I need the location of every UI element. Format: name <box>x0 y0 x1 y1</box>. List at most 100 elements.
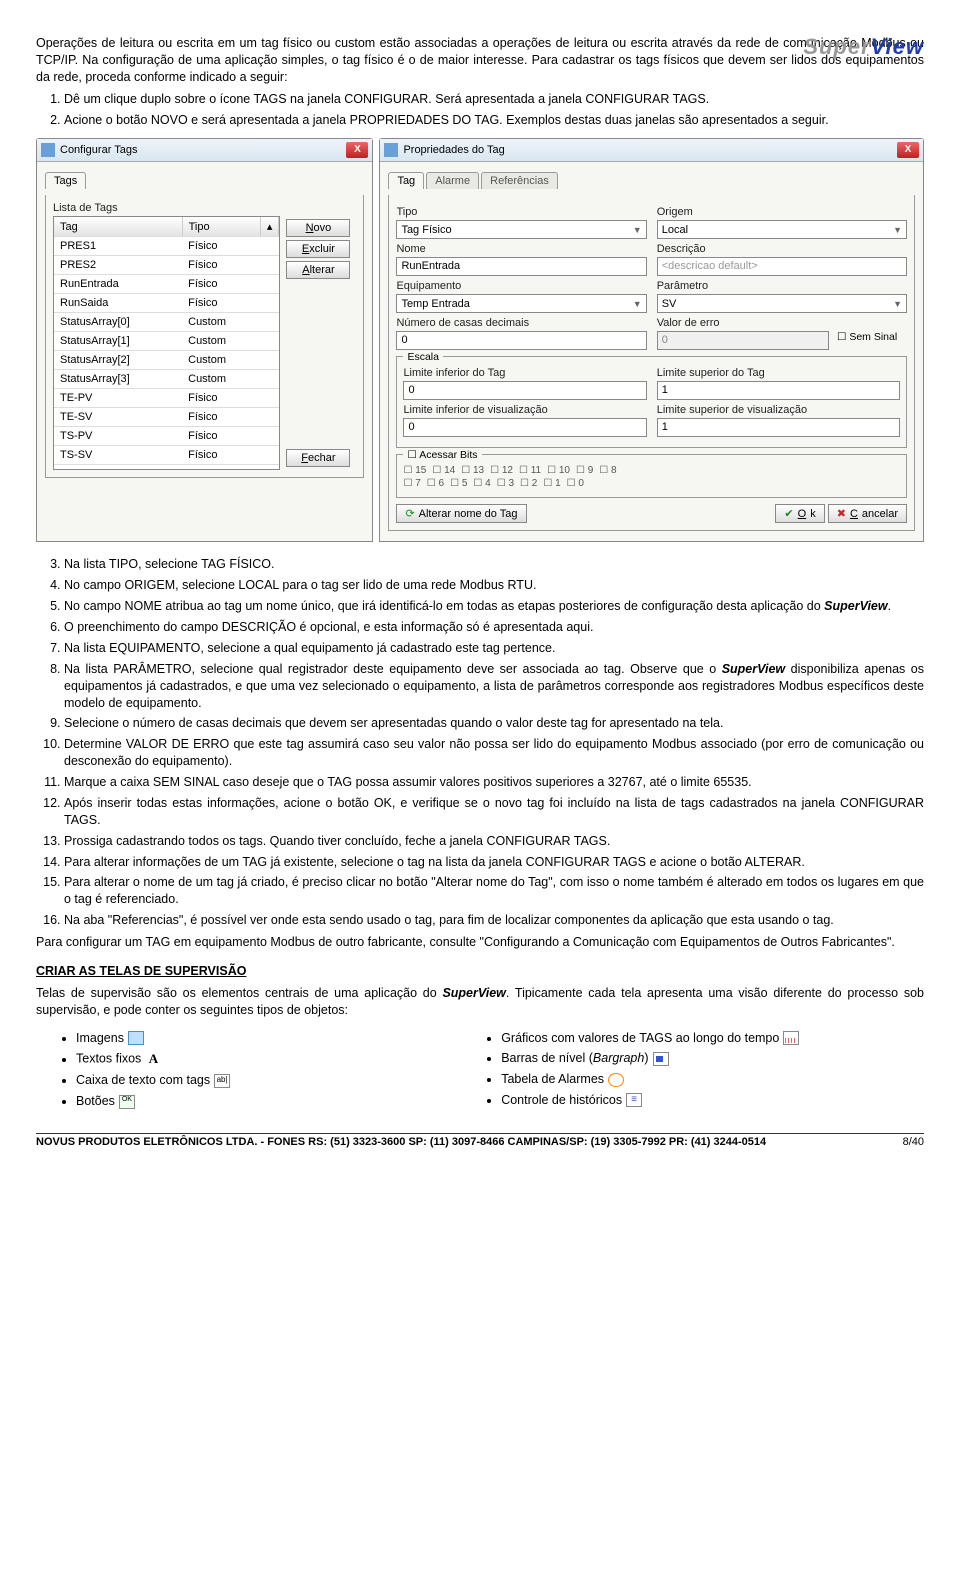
fechar-button[interactable]: Fechar <box>286 449 350 467</box>
table-row[interactable]: TS-PVFísico <box>54 427 279 446</box>
sem-sinal-checkbox[interactable]: Sem Sinal <box>837 331 897 343</box>
table-row[interactable]: TE-SVFísico <box>54 408 279 427</box>
step-10: Determine VALOR DE ERRO que este tag ass… <box>64 736 924 770</box>
bargraph-icon <box>653 1052 669 1066</box>
bits-row-high: 15 14 13 12 11 10 98 <box>403 465 900 476</box>
col-sort[interactable]: ▴ <box>260 217 279 237</box>
tab-tags[interactable]: Tags <box>45 172 86 189</box>
lbl-origem: Origem <box>657 206 907 218</box>
lsup-input[interactable]: 1 <box>657 381 900 400</box>
novo-button[interactable]: Novo <box>286 219 350 237</box>
ok-button[interactable]: ✔Ok <box>775 504 824 523</box>
tab-referencias[interactable]: Referências <box>481 172 558 189</box>
equip-select[interactable]: Temp Entrada <box>396 294 646 313</box>
col-tipo[interactable]: Tipo <box>182 217 260 237</box>
vinf-input[interactable]: 0 <box>403 418 646 437</box>
nome-input[interactable]: RunEntrada <box>396 257 646 276</box>
obj-historicos: Controle de históricos <box>501 1093 924 1108</box>
history-icon <box>626 1093 642 1107</box>
intro-paragraph: Operações de leitura ou escrita em um ta… <box>36 35 924 86</box>
bit-checkbox[interactable]: 8 <box>599 465 616 476</box>
table-row[interactable]: PRES1Físico <box>54 237 279 256</box>
lbl-vsup: Limite superior de visualização <box>657 404 900 416</box>
table-row[interactable]: RunEntradaFísico <box>54 275 279 294</box>
footer-text: NOVUS PRODUTOS ELETRÔNICOS LTDA. - FONES… <box>36 1136 766 1148</box>
bit-checkbox[interactable]: 10 <box>547 465 570 476</box>
step-11: Marque a caixa SEM SINAL caso deseje que… <box>64 774 924 791</box>
step-8: Na lista PARÂMETRO, selecione qual regis… <box>64 661 924 712</box>
section-intro: Telas de supervisão são os elementos cen… <box>36 985 924 1019</box>
casas-input[interactable]: 0 <box>396 331 646 350</box>
acessar-bits-checkbox[interactable]: Acessar Bits <box>403 449 481 461</box>
button-icon: OK <box>119 1095 135 1109</box>
bit-checkbox[interactable]: 11 <box>519 465 541 476</box>
table-row[interactable]: TE-PVFísico <box>54 389 279 408</box>
page-number: 8/40 <box>903 1136 924 1148</box>
alarm-icon <box>608 1073 624 1087</box>
close-icon[interactable]: X <box>897 142 919 158</box>
descricao-input[interactable]: <descricao default> <box>657 257 907 276</box>
lbl-equip: Equipamento <box>396 280 646 292</box>
param-select[interactable]: SV <box>657 294 907 313</box>
intro-steps: Dê um clique duplo sobre o ícone TAGS na… <box>64 91 924 129</box>
step-9: Selecione o número de casas decimais que… <box>64 715 924 732</box>
bit-checkbox[interactable]: 0 <box>567 478 584 489</box>
bit-checkbox[interactable]: 7 <box>403 478 420 489</box>
image-icon <box>128 1031 144 1045</box>
bit-checkbox[interactable]: 6 <box>427 478 444 489</box>
screenshot-panels: Configurar Tags X Tags Lista de Tags Tag… <box>36 138 924 542</box>
obj-caixa: Caixa de texto com tagsab| <box>76 1073 431 1088</box>
step-13: Prossiga cadastrando todos os tags. Quan… <box>64 833 924 850</box>
tipo-select[interactable]: Tag Físico <box>396 220 646 239</box>
step-12: Após inserir todas estas informações, ac… <box>64 795 924 829</box>
alterar-nome-button[interactable]: ⟳Alterar nome do Tag <box>396 504 526 523</box>
tab-alarme[interactable]: Alarme <box>426 172 479 189</box>
table-row[interactable]: PRES2Físico <box>54 256 279 275</box>
page-footer: NOVUS PRODUTOS ELETRÔNICOS LTDA. - FONES… <box>36 1134 924 1148</box>
linf-input[interactable]: 0 <box>403 381 646 400</box>
bit-checkbox[interactable]: 12 <box>490 465 513 476</box>
bit-checkbox[interactable]: 2 <box>520 478 537 489</box>
alterar-button[interactable]: Alterar <box>286 261 350 279</box>
obj-textos: Textos fixos A <box>76 1051 431 1067</box>
table-row[interactable]: RunSaidaFísico <box>54 294 279 313</box>
table-row[interactable]: StatusArray[3]Custom <box>54 370 279 389</box>
step-2: Acione o botão NOVO e será apresentada a… <box>64 112 924 129</box>
object-types: Imagens Textos fixos A Caixa de texto co… <box>36 1025 924 1115</box>
brand-logo: SuperView <box>803 34 924 60</box>
vsup-input[interactable]: 1 <box>657 418 900 437</box>
lbl-casas: Número de casas decimais <box>396 317 646 329</box>
table-row[interactable]: TS-SVFísico <box>54 446 279 465</box>
bit-checkbox[interactable]: 13 <box>461 465 484 476</box>
bit-checkbox[interactable]: 9 <box>576 465 593 476</box>
lbl-erro: Valor de erro <box>657 317 829 329</box>
bit-checkbox[interactable]: 5 <box>450 478 467 489</box>
bit-checkbox[interactable]: 1 <box>543 478 560 489</box>
table-row[interactable]: StatusArray[2]Custom <box>54 351 279 370</box>
table-row[interactable]: StatusArray[0]Custom <box>54 313 279 332</box>
step-5: No campo NOME atribua ao tag um nome úni… <box>64 598 924 615</box>
lista-label: Lista de Tags <box>53 202 356 214</box>
section-heading: CRIAR AS TELAS DE SUPERVISÃO <box>36 963 924 980</box>
obj-alarmes: Tabela de Alarmes <box>501 1072 924 1087</box>
origem-select[interactable]: Local <box>657 220 907 239</box>
app-icon <box>41 143 55 157</box>
col-tag[interactable]: Tag <box>54 217 182 237</box>
lbl-linf: Limite inferior do Tag <box>403 367 646 379</box>
obj-graficos: Gráficos com valores de TAGS ao longo do… <box>501 1031 924 1046</box>
tags-table[interactable]: TagTipo▴ PRES1FísicoPRES2FísicoRunEntrad… <box>53 216 280 470</box>
close-icon[interactable]: X <box>346 142 368 158</box>
table-row[interactable]: StatusArray[1]Custom <box>54 332 279 351</box>
bit-checkbox[interactable]: 4 <box>473 478 490 489</box>
step-4: No campo ORIGEM, selecione LOCAL para o … <box>64 577 924 594</box>
bit-checkbox[interactable]: 14 <box>432 465 455 476</box>
bits-group: Acessar Bits 15141312111098 76543210 <box>396 454 907 498</box>
excluir-button[interactable]: Excluir <box>286 240 350 258</box>
tab-tag[interactable]: Tag <box>388 172 424 189</box>
obj-botoes: BotõesOK <box>76 1094 431 1109</box>
bit-checkbox[interactable]: 3 <box>497 478 514 489</box>
bit-checkbox[interactable]: 15 <box>403 465 426 476</box>
step-14: Para alterar informações de um TAG já ex… <box>64 854 924 871</box>
post-steps: Na lista TIPO, selecione TAG FÍSICO. No … <box>64 556 924 929</box>
cancelar-button[interactable]: ✖Cancelar <box>828 504 907 523</box>
